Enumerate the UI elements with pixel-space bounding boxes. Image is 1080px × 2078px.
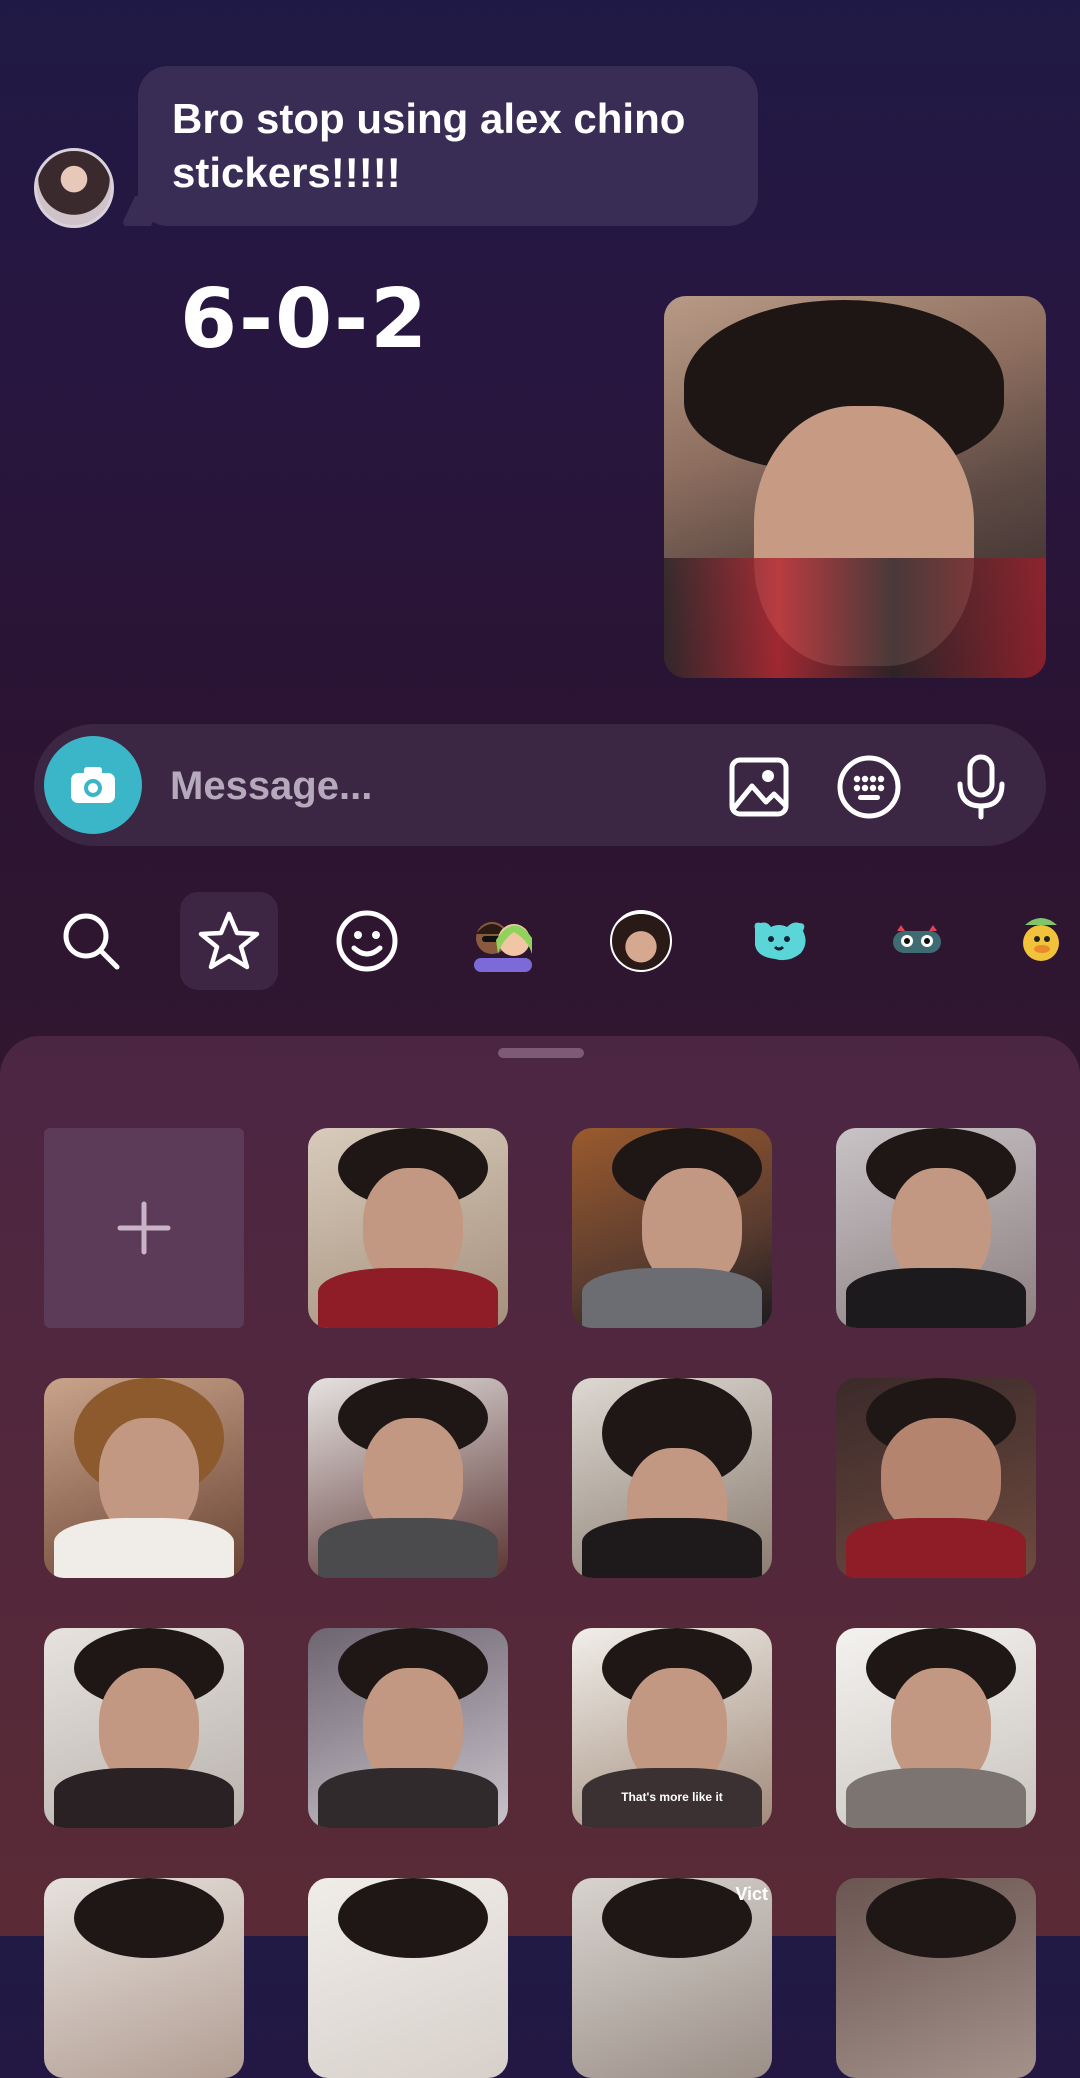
add-sticker-button[interactable] — [44, 1128, 244, 1328]
microphone-icon — [957, 754, 1005, 820]
gallery-button[interactable] — [724, 752, 794, 822]
sticker-tile[interactable] — [44, 1628, 244, 1828]
image-icon — [729, 757, 789, 817]
tab-duck-pack[interactable] — [1006, 892, 1080, 990]
avatar-pair-icon — [474, 922, 532, 972]
incoming-message-text: Bro stop using alex chino stickers!!!!! — [172, 95, 686, 196]
sticker-caption: That's more like it — [621, 1790, 723, 1804]
sticker-tile[interactable] — [308, 1878, 508, 2078]
sticker-tile[interactable] — [572, 1128, 772, 1328]
tab-search[interactable] — [42, 892, 140, 990]
tab-favorites[interactable] — [180, 892, 278, 990]
tab-custom-face[interactable] — [592, 892, 690, 990]
star-icon — [198, 911, 260, 970]
face-sticker-icon — [610, 910, 672, 972]
search-icon — [63, 913, 120, 970]
voice-button[interactable] — [946, 752, 1016, 822]
sent-sticker[interactable] — [664, 296, 1046, 678]
tab-blob-pack[interactable] — [730, 892, 828, 990]
sticker-caption: Vict — [735, 1884, 768, 1904]
sticker-tile[interactable] — [836, 1128, 1036, 1328]
camera-icon — [71, 767, 115, 803]
plus-icon — [117, 1201, 171, 1255]
camera-button[interactable] — [44, 736, 142, 834]
tab-monster-pack[interactable] — [868, 892, 966, 990]
tab-avatars[interactable] — [454, 892, 552, 990]
sticker-tile[interactable] — [836, 1878, 1036, 2078]
sticker-tile[interactable] — [572, 1378, 772, 1578]
score-sticker-text: 6-0-2 — [180, 272, 430, 367]
sticker-tile[interactable] — [836, 1628, 1036, 1828]
sender-avatar[interactable] — [34, 148, 114, 228]
sticker-tile[interactable] — [308, 1378, 508, 1578]
smiley-icon — [336, 910, 398, 972]
sticker-tile[interactable] — [44, 1878, 244, 2078]
sticker-tile[interactable]: That's more like it — [572, 1628, 772, 1828]
tab-emoji[interactable] — [318, 892, 416, 990]
sticker-tile[interactable] — [308, 1128, 508, 1328]
sticker-tile[interactable]: Vict — [572, 1878, 772, 2078]
sticker-tile[interactable] — [308, 1628, 508, 1828]
duck-icon — [1023, 918, 1059, 961]
message-input[interactable] — [168, 756, 692, 816]
monster-icon — [893, 925, 941, 953]
blob-icon — [754, 922, 806, 961]
keyboard-icon — [837, 755, 901, 819]
sheet-drag-handle[interactable] — [498, 1048, 584, 1058]
sticker-keyboard-button[interactable] — [834, 752, 904, 822]
sticker-tile[interactable] — [44, 1378, 244, 1578]
sticker-tile[interactable] — [836, 1378, 1036, 1578]
incoming-message-bubble[interactable]: Bro stop using alex chino stickers!!!!! — [138, 66, 758, 226]
